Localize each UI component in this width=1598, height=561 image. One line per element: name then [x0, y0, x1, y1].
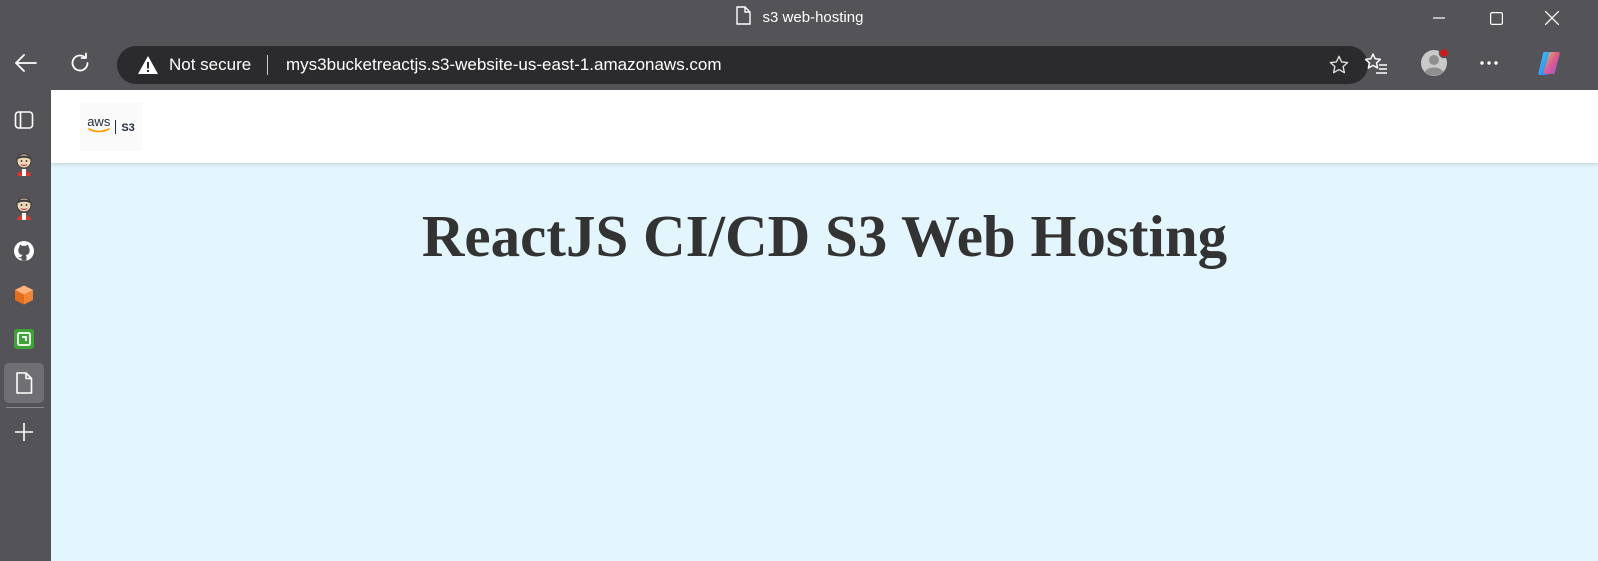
github-icon [14, 241, 34, 261]
sidebar-item-github[interactable] [4, 231, 44, 271]
warning-icon[interactable] [137, 55, 159, 75]
profile-button[interactable] [1415, 44, 1453, 82]
aws-s3-logo[interactable]: aws S3 [80, 103, 142, 151]
sidebar-item-jenkins[interactable] [4, 144, 44, 184]
sidebar-add-button[interactable] [4, 412, 44, 452]
minimize-button[interactable] [1416, 0, 1462, 36]
back-button[interactable] [7, 44, 45, 82]
page-heading: ReactJS CI/CD S3 Web Hosting [421, 203, 1228, 269]
copilot-icon [1538, 52, 1560, 75]
title-bar: s3 web-hosting [0, 0, 1598, 36]
copilot-button[interactable] [1530, 44, 1568, 82]
favorites-icon [1364, 53, 1387, 74]
sidebar-item-document[interactable] [4, 363, 44, 403]
address-divider [267, 55, 268, 75]
aws-cube-icon [15, 285, 33, 305]
more-button[interactable] [1470, 44, 1508, 82]
window-title: s3 web-hosting [0, 0, 1598, 34]
profile-avatar [1421, 48, 1449, 76]
sidebar-item-green-app[interactable] [4, 319, 44, 359]
page-header: aws S3 [51, 90, 1598, 163]
maximize-button[interactable] [1473, 0, 1519, 36]
tab-title-text: s3 web-hosting [762, 8, 864, 26]
green-app-icon [14, 329, 34, 349]
more-icon [1480, 61, 1498, 65]
web-page: aws S3 ReactJS CI/CD S3 Web Hosting [51, 90, 1598, 561]
star-icon[interactable] [1328, 54, 1350, 76]
favorites-button[interactable] [1357, 44, 1395, 82]
close-icon [1545, 11, 1559, 25]
s3-logo-text: S3 [121, 122, 135, 134]
browser-sidebar [0, 90, 51, 561]
refresh-button[interactable] [61, 44, 99, 82]
back-arrow-icon [15, 54, 37, 72]
browser-toolbar: Not secure mys3bucketreactjs.s3-website-… [0, 36, 1598, 90]
tab-actions-icon [14, 111, 34, 129]
close-button[interactable] [1529, 0, 1575, 36]
refresh-icon [71, 52, 89, 72]
sidebar-item-tab-actions[interactable] [4, 100, 44, 140]
minimize-icon [1433, 17, 1445, 19]
url-text[interactable]: mys3bucketreactjs.s3-website-us-east-1.a… [286, 55, 722, 75]
sidebar-item-jenkins-2[interactable] [4, 188, 44, 228]
logo-divider [115, 120, 117, 134]
jenkins-icon [16, 153, 32, 176]
sidebar-item-aws[interactable] [4, 275, 44, 315]
address-bar[interactable]: Not secure mys3bucketreactjs.s3-website-… [117, 46, 1368, 84]
security-label[interactable]: Not secure [169, 55, 251, 75]
add-icon [15, 423, 33, 441]
sidebar-divider [6, 407, 44, 408]
aws-logo: aws [87, 115, 110, 134]
document-icon [16, 372, 33, 394]
page-icon [735, 5, 751, 29]
maximize-icon [1489, 11, 1503, 25]
jenkins-icon [16, 197, 32, 220]
